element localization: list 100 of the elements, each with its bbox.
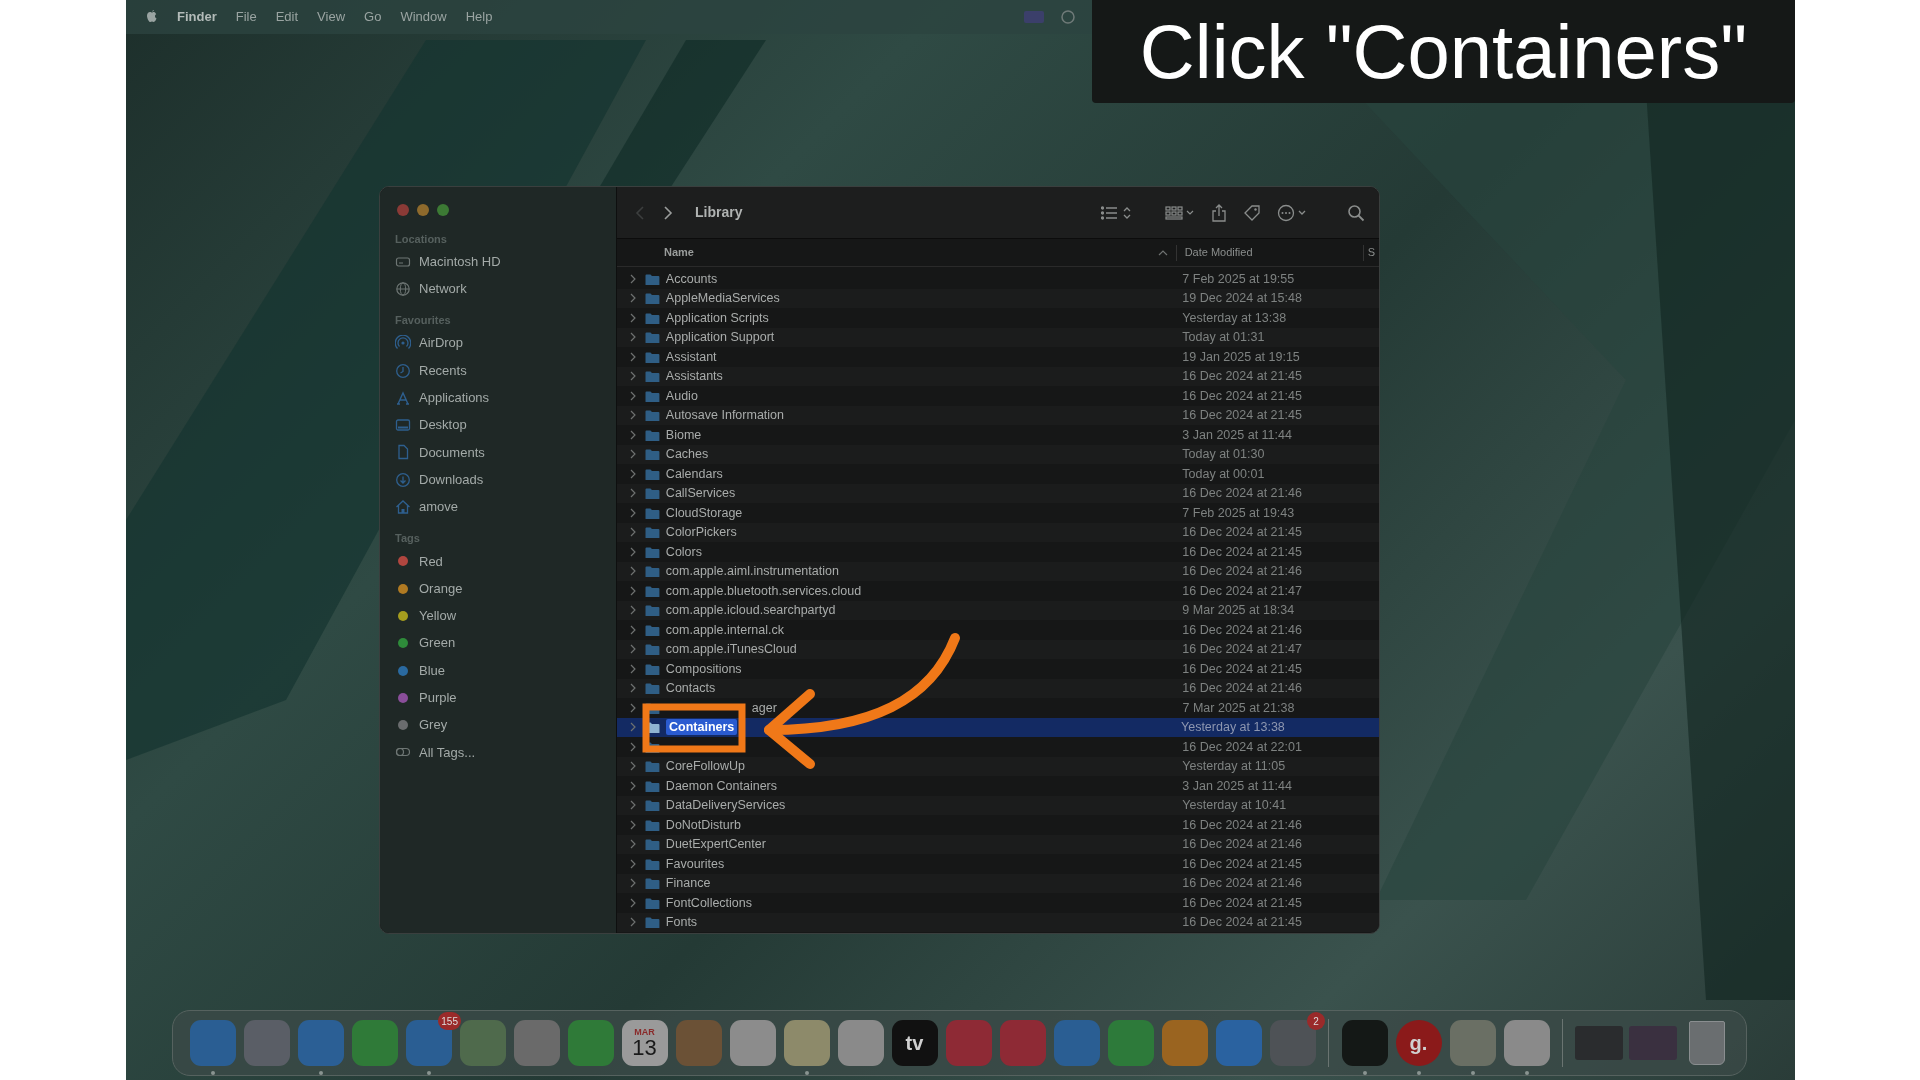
file-row[interactable]: DuetExpertCenter 16 Dec 2024 at 21:46 (617, 834, 1379, 854)
disclosure-chevron-icon[interactable] (629, 585, 637, 596)
app-icon[interactable] (729, 1020, 776, 1066)
disclosure-chevron-icon[interactable] (629, 663, 637, 674)
search-button[interactable] (1347, 203, 1365, 222)
disclosure-chevron-icon[interactable] (629, 819, 637, 830)
disclosure-chevron-icon[interactable] (629, 683, 637, 694)
tag-button[interactable] (1243, 203, 1261, 222)
file-row[interactable]: Application Support Today at 01:31 (617, 327, 1379, 347)
window-thumbnail[interactable] (1628, 1026, 1677, 1060)
sidebar-item[interactable]: Yellow (380, 602, 616, 630)
file-row[interactable]: Autosave Information 16 Dec 2024 at 21:45 (617, 405, 1379, 425)
group-button[interactable] (1165, 204, 1195, 221)
menu-item[interactable]: Finder (177, 7, 217, 27)
window-thumbnail[interactable] (1574, 1026, 1623, 1060)
forward-button[interactable] (661, 204, 675, 221)
sidebar-item[interactable]: Documents (380, 438, 616, 467)
trash-icon[interactable] (1688, 1021, 1725, 1065)
share-button[interactable] (1211, 203, 1227, 222)
zoom-button[interactable] (437, 204, 449, 216)
disclosure-chevron-icon[interactable] (629, 761, 637, 772)
menu-item[interactable]: View (317, 7, 346, 27)
file-row[interactable]: AppleMediaServices 19 Dec 2024 at 15:48 (617, 288, 1379, 308)
disclosure-chevron-icon[interactable] (629, 273, 637, 284)
disclosure-chevron-icon[interactable] (629, 468, 637, 479)
disclosure-chevron-icon[interactable] (629, 410, 637, 421)
menu-item[interactable]: Go (364, 7, 382, 27)
column-header[interactable]: S (1367, 244, 1375, 261)
file-row[interactable]: com.apple.aiml.instrumentation 16 Dec 2024 at 21:46 (617, 561, 1379, 581)
close-button[interactable] (397, 204, 409, 216)
app-icon[interactable] (837, 1020, 884, 1066)
app-icon[interactable]: tv (891, 1020, 938, 1066)
disclosure-chevron-icon[interactable] (629, 722, 637, 733)
file-row[interactable]: ColorPickers 16 Dec 2024 at 21:45 (617, 522, 1379, 542)
sidebar-item[interactable]: Desktop (380, 411, 616, 439)
disclosure-chevron-icon[interactable] (629, 702, 637, 713)
disclosure-chevron-icon[interactable] (629, 644, 637, 655)
minimize-button[interactable] (417, 204, 429, 216)
disclosure-chevron-icon[interactable] (629, 449, 637, 460)
disclosure-chevron-icon[interactable] (629, 429, 637, 440)
menu-item[interactable]: Help (465, 7, 493, 27)
status-icon[interactable] (1061, 10, 1075, 24)
app-icon[interactable] (1503, 1020, 1550, 1066)
disclosure-chevron-icon[interactable] (629, 839, 637, 850)
sidebar-item[interactable]: Grey (380, 711, 616, 739)
file-row[interactable]: CallServices 16 Dec 2024 at 21:46 (617, 483, 1379, 503)
sidebar-item[interactable]: Green (380, 629, 616, 657)
sidebar-item[interactable]: All Tags... (380, 738, 616, 767)
app-icon[interactable]: g. (1395, 1020, 1442, 1066)
sidebar-item[interactable]: Applications (380, 384, 616, 412)
disclosure-chevron-icon[interactable] (629, 332, 637, 343)
app-icon[interactable] (1161, 1020, 1208, 1066)
disclosure-chevron-icon[interactable] (629, 566, 637, 577)
sidebar-item[interactable]: Blue (380, 656, 616, 685)
sidebar-item[interactable]: Recents (380, 356, 616, 385)
disclosure-chevron-icon[interactable] (629, 858, 637, 869)
file-row[interactable]: Assistants 16 Dec 2024 at 21:45 (617, 366, 1379, 386)
sidebar-item[interactable]: Network (380, 275, 616, 303)
disclosure-chevron-icon[interactable] (629, 780, 637, 791)
calendar-icon[interactable]: MAR 13 (621, 1020, 668, 1066)
file-row[interactable]: com.apple.icloud.searchpartyd 9 Mar 2025 at 18:34 (617, 600, 1379, 620)
sidebar-item[interactable]: Downloads (380, 466, 616, 494)
list-view-button[interactable] (1101, 204, 1133, 221)
app-icon[interactable] (1449, 1020, 1496, 1066)
menu-item[interactable]: File (235, 7, 257, 27)
disclosure-chevron-icon[interactable] (629, 312, 637, 323)
disclosure-chevron-icon[interactable] (629, 527, 637, 538)
sidebar-item[interactable]: Orange (380, 574, 616, 603)
disclosure-chevron-icon[interactable] (629, 624, 637, 635)
app-icon[interactable] (567, 1020, 614, 1066)
sidebar-item[interactable]: Red (380, 547, 616, 575)
more-button[interactable] (1277, 203, 1307, 222)
disclosure-chevron-icon[interactable] (629, 897, 637, 908)
column-header[interactable]: Name (664, 244, 694, 261)
file-row[interactable]: Caches Today at 01:30 (617, 444, 1379, 464)
menu-item[interactable]: Window (400, 7, 447, 27)
disclosure-chevron-icon[interactable] (629, 546, 637, 557)
disclosure-chevron-icon[interactable] (629, 351, 637, 362)
file-row[interactable]: Finance 16 Dec 2024 at 21:46 (617, 873, 1379, 893)
file-row[interactable]: DataDeliveryServices Yesterday at 10:41 (617, 795, 1379, 815)
menu-item[interactable]: Edit (275, 7, 299, 27)
disclosure-chevron-icon[interactable] (629, 917, 637, 928)
disclosure-chevron-icon[interactable] (629, 800, 637, 811)
disclosure-chevron-icon[interactable] (629, 293, 637, 304)
app-icon[interactable] (783, 1020, 830, 1066)
apple-logo-icon[interactable] (144, 9, 158, 25)
disclosure-chevron-icon[interactable] (629, 390, 637, 401)
column-header[interactable]: Date Modified (1184, 244, 1363, 261)
disclosure-chevron-icon[interactable] (629, 878, 637, 889)
app-icon[interactable] (351, 1020, 398, 1066)
app-icon[interactable] (513, 1020, 560, 1066)
app-icon[interactable] (1341, 1020, 1388, 1066)
sidebar-item[interactable]: amove (380, 493, 616, 521)
disclosure-chevron-icon[interactable] (629, 371, 637, 382)
sidebar-item[interactable]: AirDrop (380, 329, 616, 357)
disclosure-chevron-icon[interactable] (629, 488, 637, 499)
file-row[interactable]: Fonts 16 Dec 2024 at 21:45 (617, 912, 1379, 932)
sidebar-item[interactable]: Purple (380, 684, 616, 712)
sidebar-item[interactable]: Macintosh HD (380, 248, 616, 276)
disclosure-chevron-icon[interactable] (629, 507, 637, 518)
